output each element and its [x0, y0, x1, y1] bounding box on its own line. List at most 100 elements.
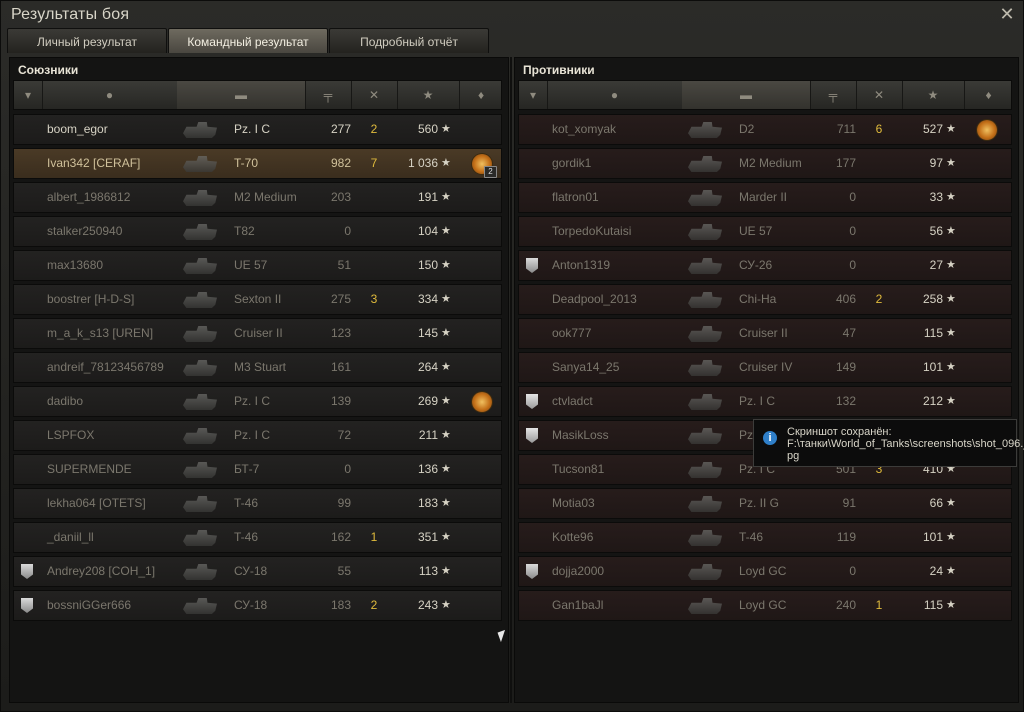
table-row[interactable]: _daniil_ll T-46 162 1 351 ★ — [13, 522, 502, 553]
player-name[interactable]: dojja2000 — [552, 557, 692, 586]
tab-detailed-report[interactable]: Подробный отчёт — [329, 28, 489, 53]
player-name[interactable]: Tucson81 — [552, 455, 692, 484]
table-row[interactable]: TorpedoKutaisi UE 57 0 56 ★ — [518, 216, 1012, 247]
table-row[interactable]: andreif_78123456789 M3 Stuart 161 264 ★ — [13, 352, 502, 383]
table-row[interactable]: albert_1986812 M2 Medium 203 191 ★ — [13, 182, 502, 213]
tab-personal-result[interactable]: Личный результат — [7, 28, 167, 53]
player-name[interactable]: TorpedoKutaisi — [552, 217, 692, 246]
xp-star-icon: ★ — [441, 123, 451, 135]
table-row[interactable]: Anton1319 СУ-26 0 27 ★ — [518, 250, 1012, 281]
sort-medal-button[interactable]: ♦ — [964, 81, 1013, 109]
sort-xp-button[interactable]: ★ — [902, 81, 965, 109]
player-name[interactable]: flatron01 — [552, 183, 692, 212]
table-row[interactable]: dojja2000 Loyd GC 0 24 ★ — [518, 556, 1012, 587]
player-name[interactable]: Anton1319 — [552, 251, 692, 280]
sort-xp-button[interactable]: ★ — [397, 81, 460, 109]
medal-cell — [973, 591, 1001, 620]
table-row[interactable]: max13680 UE 57 51 150 ★ — [13, 250, 502, 281]
medal-cell — [468, 489, 496, 518]
sort-rank-button[interactable]: ▾ — [519, 81, 548, 109]
player-name[interactable]: lekha064 [OTETS] — [47, 489, 187, 518]
player-name[interactable]: stalker250940 — [47, 217, 187, 246]
table-row[interactable]: boostrer [H-D-S] Sexton II 275 3 334 ★ — [13, 284, 502, 315]
kills-value — [864, 251, 894, 280]
medal-icon[interactable] — [472, 392, 492, 412]
player-name[interactable]: MasikLoss — [552, 421, 692, 450]
table-row[interactable]: Kotte96 T-46 119 101 ★ — [518, 522, 1012, 553]
player-name[interactable]: Ivan342 [CERAF] — [47, 149, 187, 178]
kills-value — [864, 489, 894, 518]
sort-player-button[interactable]: ● — [547, 81, 683, 109]
player-name[interactable]: ook777 — [552, 319, 692, 348]
damage-value: 240 — [835, 598, 856, 612]
xp-value: 527 — [922, 122, 943, 136]
table-row[interactable]: boom_egor Pz. I C 277 2 560 ★ — [13, 114, 502, 145]
table-row[interactable]: Andrey208 [COH_1] СУ-18 55 113 ★ — [13, 556, 502, 587]
player-name[interactable]: Gan1baJl — [552, 591, 692, 620]
player-name[interactable]: gordik1 — [552, 149, 692, 178]
sort-damage-button[interactable]: ╤ — [305, 81, 352, 109]
table-row[interactable]: Ivan342 [CERAF] T-70 982 7 1 036 ★ 2 — [13, 148, 502, 179]
player-name[interactable]: albert_1986812 — [47, 183, 187, 212]
player-name[interactable]: Kotte96 — [552, 523, 692, 552]
player-name[interactable]: max13680 — [47, 251, 187, 280]
tab-team-result[interactable]: Командный результат — [168, 28, 328, 53]
table-row[interactable]: Gan1baJl Loyd GC 240 1 115 ★ — [518, 590, 1012, 621]
table-row[interactable]: Deadpool_2013 Chi-Ha 406 2 258 ★ — [518, 284, 1012, 315]
tank-icon — [686, 183, 732, 212]
rank-cell — [523, 251, 541, 280]
sort-kills-button[interactable]: ✕ — [351, 81, 398, 109]
sort-damage-button[interactable]: ╤ — [810, 81, 857, 109]
table-row[interactable]: Sanya14_25 Cruiser IV 149 101 ★ — [518, 352, 1012, 383]
damage-value: 0 — [344, 224, 351, 238]
table-row[interactable]: kot_xomyak D2 711 6 527 ★ — [518, 114, 1012, 145]
table-row[interactable]: ctvladct Pz. I C 132 212 ★ — [518, 386, 1012, 417]
table-row[interactable]: lekha064 [OTETS] T-46 99 183 ★ — [13, 488, 502, 519]
table-row[interactable]: stalker250940 T82 0 104 ★ — [13, 216, 502, 247]
table-row[interactable]: LSPFOX Pz. I C 72 211 ★ — [13, 420, 502, 451]
close-icon[interactable]: ✕ — [997, 4, 1017, 24]
player-name[interactable]: Motia03 — [552, 489, 692, 518]
damage-icon: ╤ — [828, 88, 838, 102]
xp-star-icon: ★ — [422, 88, 434, 102]
player-name[interactable]: m_a_k_s13 [UREN] — [47, 319, 187, 348]
table-row[interactable]: Motia03 Pz. II G 91 66 ★ — [518, 488, 1012, 519]
table-row[interactable]: dadibo Pz. I C 139 269 ★ — [13, 386, 502, 417]
xp-star-icon: ★ — [946, 293, 956, 305]
xp-star-icon: ★ — [441, 157, 451, 169]
sort-vehicle-button[interactable]: ▬ — [682, 81, 811, 109]
medal-cell — [468, 183, 496, 212]
player-name[interactable]: bossniGGer666 — [47, 591, 187, 620]
player-name[interactable]: boom_egor — [47, 115, 187, 144]
player-name[interactable]: dadibo — [47, 387, 187, 416]
kills-value — [864, 523, 894, 552]
xp-value: 211 — [418, 428, 438, 442]
sort-kills-button[interactable]: ✕ — [856, 81, 903, 109]
player-name[interactable]: SUPERMENDE — [47, 455, 187, 484]
table-row[interactable]: flatron01 Marder II 0 33 ★ — [518, 182, 1012, 213]
xp-value: 113 — [418, 564, 438, 578]
player-name[interactable]: Deadpool_2013 — [552, 285, 692, 314]
table-row[interactable]: SUPERMENDE БТ-7 0 136 ★ — [13, 454, 502, 485]
player-name[interactable]: LSPFOX — [47, 421, 187, 450]
table-row[interactable]: gordik1 M2 Medium 177 97 ★ — [518, 148, 1012, 179]
damage-icon: ╤ — [323, 88, 333, 102]
player-icon: ● — [105, 88, 114, 102]
sort-vehicle-button[interactable]: ▬ — [177, 81, 306, 109]
player-name[interactable]: boostrer [H-D-S] — [47, 285, 187, 314]
sort-rank-button[interactable]: ▾ — [14, 81, 43, 109]
medal-icon[interactable] — [977, 120, 997, 140]
sort-player-button[interactable]: ● — [42, 81, 178, 109]
player-name[interactable]: Sanya14_25 — [552, 353, 692, 382]
sort-medal-button[interactable]: ♦ — [459, 81, 503, 109]
player-name[interactable]: andreif_78123456789 — [47, 353, 187, 382]
table-row[interactable]: m_a_k_s13 [UREN] Cruiser II 123 145 ★ — [13, 318, 502, 349]
table-row[interactable]: bossniGGer666 СУ-18 183 2 243 ★ — [13, 590, 502, 621]
player-name[interactable]: Andrey208 [COH_1] — [47, 557, 187, 586]
player-name[interactable]: kot_xomyak — [552, 115, 692, 144]
tank-icon — [181, 285, 227, 314]
table-row[interactable]: ook777 Cruiser II 47 115 ★ — [518, 318, 1012, 349]
player-name[interactable]: _daniil_ll — [47, 523, 187, 552]
player-name[interactable]: ctvladct — [552, 387, 692, 416]
tank-icon — [686, 319, 732, 348]
